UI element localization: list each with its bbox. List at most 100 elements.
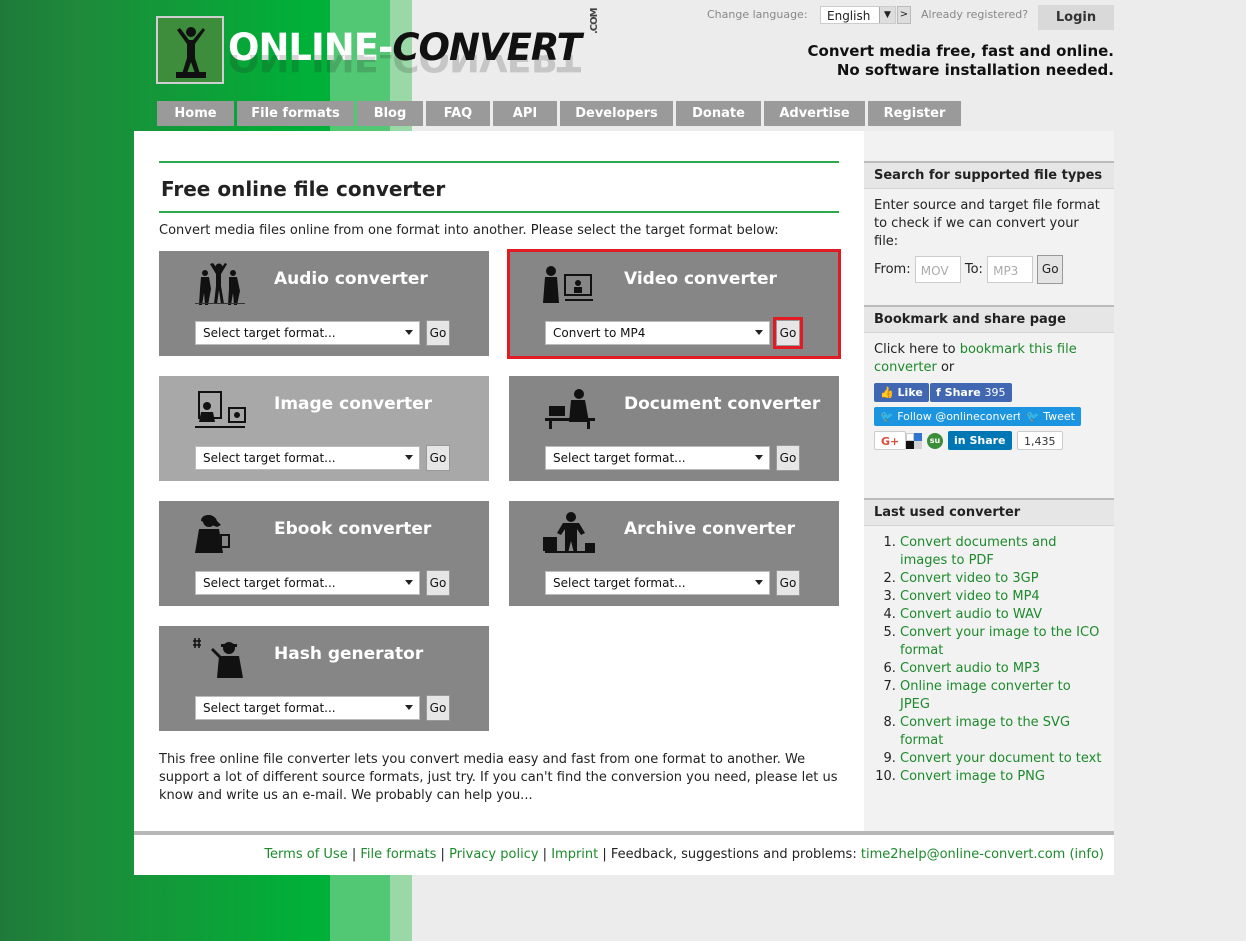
dropdown-arrow-icon [405, 580, 413, 585]
list-item: Convert video to 3GP [900, 570, 1104, 588]
sidebar: Search for supported file types Enter so… [864, 131, 1114, 831]
search-go-button[interactable]: Go [1037, 255, 1064, 284]
bookmark-heading: Bookmark and share page [864, 305, 1114, 333]
dancers-icon [195, 263, 245, 305]
to-label: To: [964, 262, 983, 277]
audio-go-button[interactable]: Go [426, 320, 450, 346]
from-label: From: [874, 262, 911, 277]
ebook-format-select[interactable]: Select target format... [195, 571, 420, 595]
google-plus-button[interactable]: G+ [874, 431, 907, 450]
nav-faq[interactable]: FAQ [426, 101, 490, 126]
nav-api[interactable]: API [493, 101, 557, 126]
logo-icon[interactable] [156, 16, 224, 84]
hash-format-select[interactable]: Select target format... [195, 696, 420, 720]
dropdown-arrow-icon [405, 330, 413, 335]
ebook-go-button[interactable]: Go [426, 570, 450, 596]
logo-reflection: ONLINE-CONVERT [228, 55, 581, 77]
main-column: Free online file converter Convert media… [159, 161, 839, 238]
language-select[interactable]: English ▼ [820, 6, 896, 24]
dropdown-arrow-icon: ▼ [879, 7, 895, 23]
language-go-button[interactable]: > [897, 6, 911, 24]
last-used-heading: Last used converter [864, 498, 1114, 526]
footer-email-link[interactable]: time2help@online-convert.com [861, 847, 1065, 862]
highlight-box-video-go [773, 317, 803, 349]
nav-developers[interactable]: Developers [560, 101, 673, 126]
already-registered-label: Already registered? [921, 8, 1029, 21]
tagline: Convert media free, fast and online. No … [807, 42, 1115, 79]
thumbs-up-icon: 👍 [880, 386, 894, 399]
search-description: Enter source and target file format to c… [874, 198, 1100, 249]
linkedin-icon: in [954, 434, 966, 447]
footer-feedback-text: Feedback, suggestions and problems: [610, 847, 857, 862]
dropdown-arrow-icon [405, 705, 413, 710]
document-converter-card: Document converter Select target format.… [509, 376, 839, 481]
hash-generator-card: Hash generator Select target format... G… [159, 626, 489, 731]
image-converter-card: Image converter Select target format... … [159, 376, 489, 481]
list-item: Convert your image to the ICO format [900, 624, 1104, 660]
tweet-button[interactable]: 🐦 Tweet [1020, 407, 1081, 426]
list-item: Convert video to MP4 [900, 588, 1104, 606]
list-item: Convert image to PNG [900, 768, 1104, 786]
converter-grid: Audio converter Select target format... … [159, 249, 841, 731]
footer-file-formats-link[interactable]: File formats [360, 847, 436, 862]
twitter-follow-button[interactable]: 🐦 Follow @onlineconvert [874, 407, 1028, 426]
document-go-button[interactable]: Go [776, 445, 800, 471]
image-go-button[interactable]: Go [426, 445, 450, 471]
dropdown-arrow-icon [755, 455, 763, 460]
footer-info-link[interactable]: (info) [1069, 847, 1104, 862]
facebook-like-button[interactable]: 👍 Like [874, 383, 929, 402]
page-title: Free online file converter [161, 177, 446, 201]
footer: Terms of Use | File formats | Privacy po… [134, 835, 1114, 875]
facebook-share-button[interactable]: f Share 395 [930, 383, 1012, 402]
main-nav: Home File formats Blog FAQ API Developer… [157, 101, 961, 126]
list-item: Convert audio to WAV [900, 606, 1104, 624]
ebook-converter-card: Ebook converter Select target format... … [159, 501, 489, 606]
archive-converter-card: Archive converter Select target format..… [509, 501, 839, 606]
list-item: Convert your document to text [900, 750, 1104, 768]
logo-com: .COM [589, 8, 601, 34]
list-item: Convert image to the SVG format [900, 714, 1104, 750]
list-item: Online image converter to JPEG [900, 678, 1104, 714]
footer-privacy-link[interactable]: Privacy policy [449, 847, 538, 862]
from-input[interactable]: MOV [914, 256, 961, 283]
image-format-select[interactable]: Select target format... [195, 446, 420, 470]
delicious-icon[interactable] [906, 433, 922, 449]
ebook-converter-title: Ebook converter [274, 519, 432, 539]
ebook-reader-icon [195, 515, 230, 553]
linkedin-share-count: 1,435 [1017, 431, 1063, 450]
archive-converter-title: Archive converter [624, 519, 795, 539]
nav-register[interactable]: Register [868, 101, 961, 126]
bookmark-share-box: Bookmark and share page Click here to bo… [864, 305, 1114, 485]
linkedin-share-button[interactable]: in Share [948, 431, 1012, 450]
twitter-bird-icon: 🐦 [880, 410, 894, 423]
twitter-bird-icon: 🐦 [1026, 410, 1040, 423]
footer-imprint-link[interactable]: Imprint [551, 847, 598, 862]
content-panel: Free online file converter Convert media… [134, 131, 1114, 831]
picture-viewer-icon [195, 391, 246, 428]
search-file-types-box: Search for supported file types Enter so… [864, 161, 1114, 292]
document-format-select[interactable]: Select target format... [545, 446, 770, 470]
audio-format-select[interactable]: Select target format... [195, 321, 420, 345]
nav-advertise[interactable]: Advertise [764, 101, 865, 126]
last-used-box: Last used converter Convert documents an… [864, 498, 1114, 794]
dropdown-arrow-icon [755, 580, 763, 585]
stumbleupon-icon[interactable]: su [927, 433, 943, 449]
list-item: Convert documents and images to PDF [900, 534, 1104, 570]
nav-home[interactable]: Home [157, 101, 234, 126]
nav-blog[interactable]: Blog [357, 101, 423, 126]
search-heading: Search for supported file types [864, 161, 1114, 189]
change-language-label: Change language: [707, 8, 808, 21]
footer-terms-link[interactable]: Terms of Use [264, 847, 347, 862]
archive-go-button[interactable]: Go [776, 570, 800, 596]
hash-go-button[interactable]: Go [426, 695, 450, 721]
person-silhouette-icon [176, 27, 206, 78]
hash-person-icon [193, 638, 243, 678]
audio-converter-title: Audio converter [274, 269, 428, 289]
to-input[interactable]: MP3 [987, 256, 1034, 283]
login-button[interactable]: Login [1038, 5, 1114, 30]
nav-donate[interactable]: Donate [676, 101, 761, 126]
nav-file-formats[interactable]: File formats [237, 101, 354, 126]
facebook-icon: f [936, 386, 941, 399]
hash-generator-title: Hash generator [274, 644, 424, 664]
archive-format-select[interactable]: Select target format... [545, 571, 770, 595]
